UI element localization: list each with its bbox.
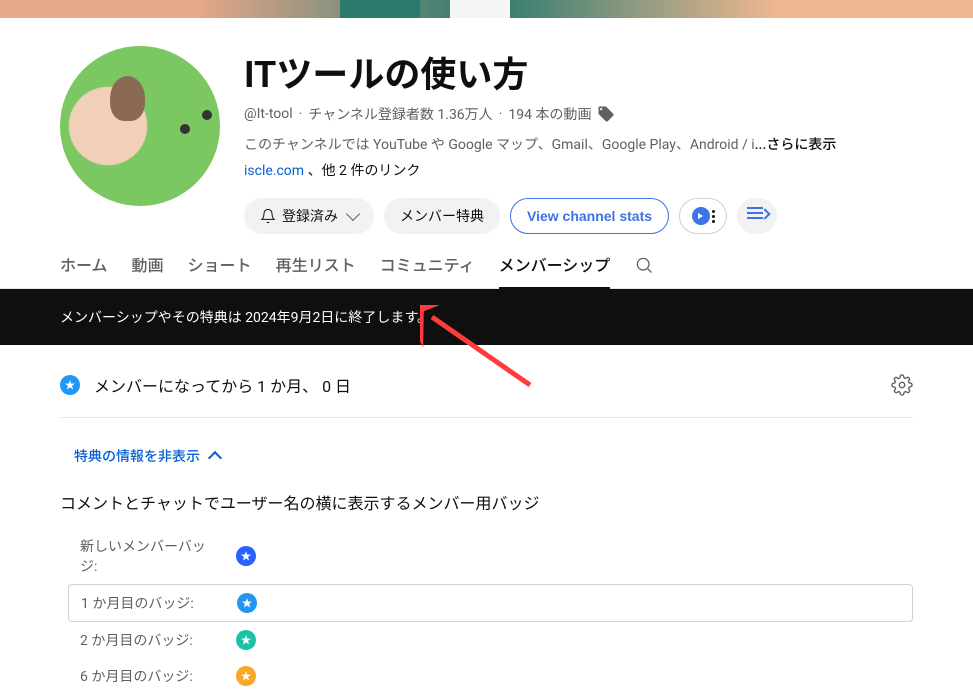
playlist-add-button[interactable]	[737, 198, 777, 234]
badge-section-title: コメントとチャットでユーザー名の横に表示するメンバー用バッジ	[60, 490, 913, 514]
tab-membership[interactable]: メンバーシップ	[499, 252, 611, 288]
member-perks-button[interactable]: メンバー特典	[384, 198, 500, 234]
channel-handle[interactable]: @It-tool	[244, 106, 293, 122]
badge-row[interactable]: 2 か月目のバッジ:	[68, 622, 913, 658]
tab-community[interactable]: コミュニティ	[380, 252, 475, 288]
tab-videos[interactable]: 動画	[132, 252, 164, 288]
badge-row[interactable]: 6 か月目のバッジ:	[68, 658, 913, 694]
tab-playlists[interactable]: 再生リスト	[276, 252, 356, 288]
show-more-link[interactable]: ...さらに表示	[755, 134, 837, 154]
subscribed-button[interactable]: 登録済み	[244, 198, 374, 234]
tag-icon	[597, 105, 615, 123]
external-link[interactable]: iscle.com	[244, 163, 304, 179]
membership-duration: メンバーになってから 1 か月、 0 日	[94, 373, 351, 397]
star-badge-icon	[236, 666, 256, 686]
star-badge-icon	[236, 546, 256, 566]
badge-label: 新しいメンバーバッジ:	[80, 536, 220, 576]
channel-description: このチャンネルでは YouTube や Google マップ、Gmail、Goo…	[244, 134, 755, 154]
channel-banner	[0, 0, 973, 18]
view-stats-button[interactable]: View channel stats	[510, 198, 669, 234]
play-dot-icon	[692, 207, 710, 225]
badge-label: 1 か月目のバッジ:	[81, 593, 221, 613]
kebab-icon	[712, 215, 715, 218]
channel-header: ITツールの使い方 @It-tool · チャンネル登録者数 1.36万人 · …	[0, 18, 973, 234]
avatar[interactable]	[60, 46, 220, 206]
star-badge-icon	[236, 630, 256, 650]
badge-label: 6 か月目のバッジ:	[80, 666, 220, 686]
video-count: 194 本の動画	[508, 104, 591, 124]
membership-end-notice: メンバーシップやその特典は 2024年9月2日に終了します。	[0, 289, 973, 345]
badge-row[interactable]: 1 か月目のバッジ:	[68, 584, 913, 622]
chevron-up-icon	[208, 451, 222, 465]
membership-status-row: メンバーになってから 1 か月、 0 日	[60, 345, 913, 418]
subscriber-count: チャンネル登録者数 1.36万人	[308, 104, 492, 124]
badge-row[interactable]: 新しいメンバーバッジ:	[68, 528, 913, 584]
channel-name: ITツールの使い方	[244, 46, 913, 98]
tab-shorts[interactable]: ショート	[188, 252, 252, 288]
gear-icon[interactable]	[891, 374, 913, 396]
hide-perks-toggle[interactable]: 特典の情報を非表示	[74, 446, 220, 466]
other-links[interactable]: 、他 2 件のリンク	[308, 163, 421, 179]
tab-home[interactable]: ホーム	[60, 252, 108, 288]
search-icon[interactable]	[634, 255, 654, 275]
channel-tabs: ホーム 動画 ショート 再生リスト コミュニティ メンバーシップ	[0, 234, 973, 289]
extension-button[interactable]	[679, 198, 727, 234]
bell-icon	[260, 208, 276, 224]
playlist-icon	[747, 207, 767, 225]
chevron-down-icon	[346, 207, 360, 221]
star-badge-icon	[237, 593, 257, 613]
badge-label: 2 か月目のバッジ:	[80, 630, 220, 650]
member-badge-icon	[60, 375, 80, 395]
